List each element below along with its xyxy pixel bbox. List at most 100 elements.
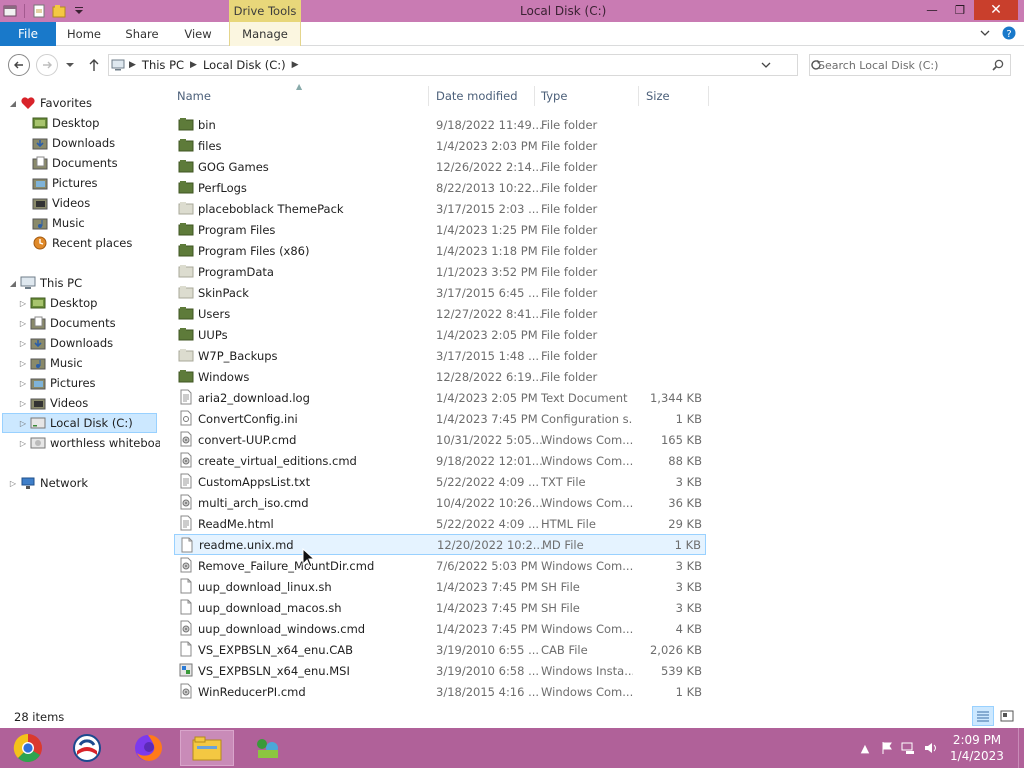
nav-pc-videos[interactable]: ▷ Videos [18,393,88,413]
column-header-type[interactable]: Type [541,84,636,108]
taskbar-file-explorer[interactable] [180,730,234,766]
file-row[interactable]: uup_download_linux.sh 1/4/2023 7:45 PM SH … [174,576,706,597]
file-row[interactable]: Remove_Failure_MountDir.cmd 7/6/2022 5:03… [174,555,706,576]
file-row[interactable]: ReadMe.html 5/22/2022 4:09 ... HTML File 29… [174,513,706,534]
properties-icon[interactable] [31,3,47,19]
nav-fav-music[interactable]: Music [30,213,85,233]
file-row[interactable]: SkinPack 3/17/2015 6:45 ... File folder [174,282,706,303]
nav-pc-downloads[interactable]: ▷ Downloads [18,333,113,353]
file-row[interactable]: VS_EXPBSLN_x64_enu.CAB 3/19/2010 6:55 ...… [174,639,706,660]
nav-fav-downloads[interactable]: Downloads [30,133,115,153]
tab-share[interactable]: Share [118,22,166,46]
expand-arrow-icon[interactable]: ▷ [18,399,28,408]
file-row[interactable]: create_virtual_editions.cmd 9/18/2022 12:… [174,450,706,471]
network-tray-icon[interactable] [898,738,920,758]
address-bar[interactable]: ▶ This PC ▶ Local Disk (C:) ▶ [108,54,821,76]
taskbar-firefox[interactable] [120,730,176,766]
taskbar-network-app[interactable] [240,730,296,766]
column-divider[interactable] [534,86,535,106]
tab-manage[interactable]: Manage [229,22,301,46]
collapse-arrow-icon[interactable]: ◢ [8,99,18,108]
file-row[interactable]: convert-UUP.cmd 10/31/2022 5:05... Windows… [174,429,706,450]
file-row[interactable]: aria2_download.log 1/4/2023 2:05 PM Text D… [174,387,706,408]
search-input[interactable] [818,58,988,72]
tab-home[interactable]: Home [60,22,108,46]
file-row[interactable]: ProgramData 1/1/2023 3:52 PM File folder [174,261,706,282]
file-row[interactable]: bin 9/18/2022 11:49... File folder [174,114,706,135]
file-row[interactable]: multi_arch_iso.cmd 10/4/2022 10:26... Wind… [174,492,706,513]
new-folder-icon[interactable] [51,3,67,19]
nav-fav-videos[interactable]: Videos [30,193,90,213]
window-menu-icon[interactable] [2,3,18,19]
file-row[interactable]: Users 12/27/2022 8:41... File folder [174,303,706,324]
file-row[interactable]: files 1/4/2023 2:03 PM File folder [174,135,706,156]
tab-view[interactable]: View [176,22,220,46]
expand-arrow-icon[interactable]: ▷ [18,379,28,388]
collapse-arrow-icon[interactable]: ◢ [8,279,18,288]
details-view-button[interactable] [972,706,994,726]
taskbar-chrome[interactable] [0,730,56,766]
expand-arrow-icon[interactable]: ▷ [18,339,28,348]
large-icons-view-button[interactable] [996,706,1018,726]
nav-pc-pictures[interactable]: ▷ Pictures [18,373,96,393]
column-divider[interactable] [428,86,429,106]
nav-pc-local-disk[interactable]: ▷ Local Disk (C:) [2,413,157,433]
file-row[interactable]: Windows 12/28/2022 6:19... File folder [174,366,706,387]
file-row[interactable]: PerfLogs 8/22/2013 10:22... File folder [174,177,706,198]
file-row[interactable]: CustomAppsList.txt 5/22/2022 4:09 ... TXT … [174,471,706,492]
nav-fav-documents[interactable]: Documents [30,153,118,173]
close-button[interactable]: ✕ [974,0,1018,20]
nav-pc-documents[interactable]: ▷ Documents [18,313,116,333]
expand-arrow-icon[interactable]: ▷ [18,359,28,368]
restore-button[interactable]: ❐ [946,0,974,20]
nav-pc-desktop[interactable]: ▷ Desktop [18,293,98,313]
nav-fav-pictures[interactable]: Pictures [30,173,98,193]
tab-file[interactable]: File [0,22,56,46]
file-row[interactable]: WinReducerPI.cmd 3/18/2015 4:16 ... Window… [174,681,706,702]
expand-arrow-icon[interactable]: ▷ [18,299,28,308]
forward-button[interactable] [36,54,58,76]
up-button[interactable] [84,54,104,76]
show-hidden-icons-button[interactable]: ▲ [854,738,876,758]
nav-fav-recent-places[interactable]: Recent places [30,233,132,253]
nav-fav-desktop[interactable]: Desktop [30,113,99,133]
column-header-size[interactable]: Size [646,84,706,108]
breadcrumb-local-disk[interactable]: Local Disk (C:) [199,58,290,72]
recent-locations-button[interactable] [62,54,78,76]
customize-qat-icon[interactable] [71,3,87,19]
file-row[interactable]: Program Files (x86) 1/4/2023 1:18 PM File … [174,240,706,261]
column-header-name[interactable]: Name [177,84,429,108]
taskbar-obama-app[interactable] [58,730,116,766]
file-row[interactable]: ConvertConfig.ini 1/4/2023 7:45 PM Configu… [174,408,706,429]
file-row[interactable]: GOG Games 12/26/2022 2:14... File folder [174,156,706,177]
volume-icon[interactable] [920,738,942,758]
expand-arrow-icon[interactable]: ▷ [8,479,18,488]
address-dropdown-icon[interactable] [761,59,771,73]
file-row[interactable]: VS_EXPBSLN_x64_enu.MSI 3/19/2010 6:58 ...… [174,660,706,681]
show-desktop-button[interactable] [1018,728,1024,768]
back-button[interactable] [8,54,30,76]
nav-favorites[interactable]: ◢ Favorites [8,93,92,113]
search-box[interactable] [809,54,1011,76]
clock[interactable]: 2:09 PM 1/4/2023 [942,732,1012,764]
file-row[interactable]: placeboblack ThemePack 3/17/2015 2:03 ...… [174,198,706,219]
file-row[interactable]: uup_download_windows.cmd 1/4/2023 7:45 PM… [174,618,706,639]
breadcrumb-this-pc[interactable]: This PC [138,58,188,72]
nav-network[interactable]: ▷ Network [8,473,88,493]
minimize-button[interactable]: — [918,0,946,20]
column-divider[interactable] [708,86,709,106]
breadcrumb-separator[interactable]: ▶ [188,60,199,70]
column-header-date[interactable]: Date modified [436,84,536,108]
nav-pc-worthless-whiteboard[interactable]: ▷ worthless whiteboard [18,433,160,453]
nav-pc-music[interactable]: ▷ Music [18,353,83,373]
breadcrumb-separator[interactable]: ▶ [290,60,301,70]
file-row[interactable]: Program Files 1/4/2023 1:25 PM File folder [174,219,706,240]
search-icon[interactable] [992,59,1004,74]
expand-ribbon-icon[interactable] [980,27,990,41]
expand-arrow-icon[interactable]: ▷ [18,439,28,448]
help-icon[interactable]: ? [1002,26,1016,43]
expand-arrow-icon[interactable]: ▷ [18,319,28,328]
breadcrumb-separator[interactable]: ▶ [127,60,138,70]
file-row[interactable]: uup_download_macos.sh 1/4/2023 7:45 PM SH … [174,597,706,618]
file-row[interactable]: UUPs 1/4/2023 2:05 PM File folder [174,324,706,345]
